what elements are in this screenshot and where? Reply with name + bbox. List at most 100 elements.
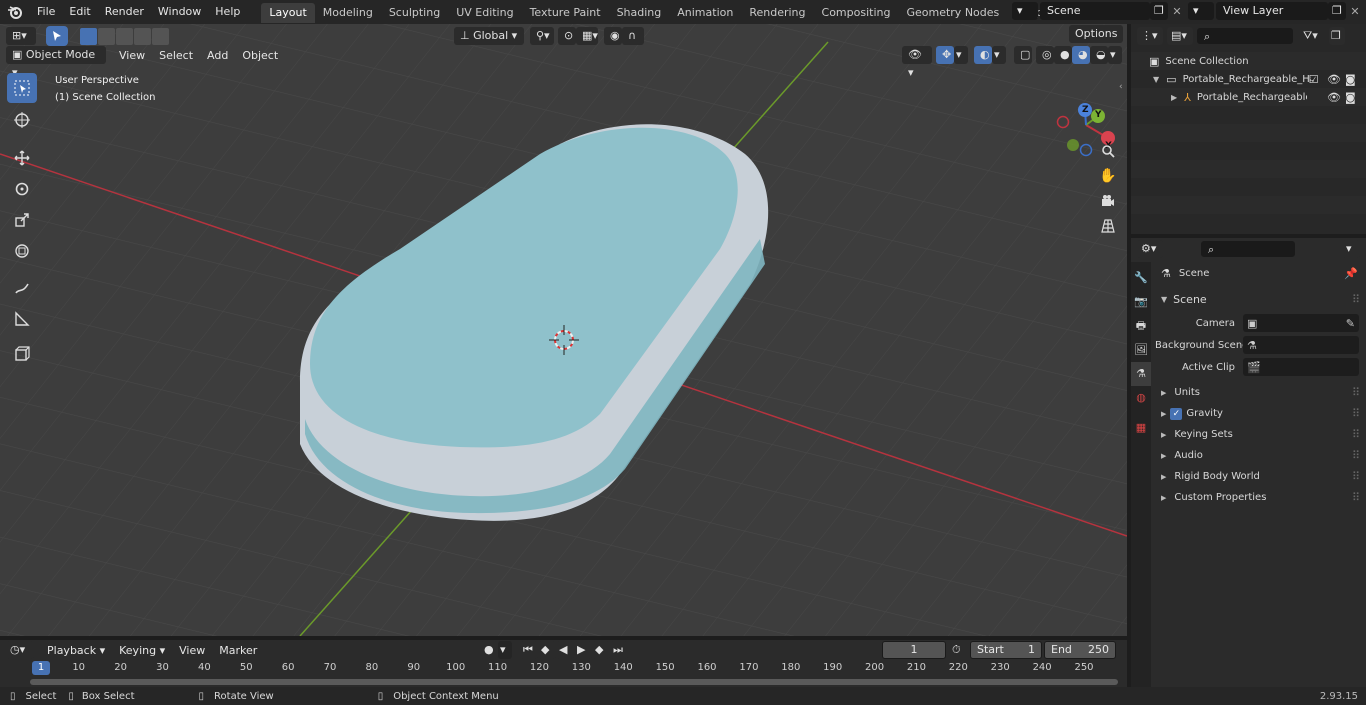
timeline-menu-playback[interactable]: Playback ▾ (40, 644, 112, 657)
auto-keying-dropdown-icon[interactable]: ▾ (498, 641, 512, 659)
jump-end-icon[interactable]: ⏭ (610, 641, 628, 659)
gravity-section[interactable]: ▶ ✓ Gravity ⠿ (1155, 403, 1366, 424)
view-layer-copy-icon[interactable]: ❐ (1328, 2, 1346, 20)
timeline-menu-marker[interactable]: Marker (212, 644, 264, 657)
tool-tab-icon[interactable]: 🔧 (1131, 266, 1151, 290)
active-clip-field[interactable]: 🎬 (1243, 358, 1359, 376)
select-box-tool-icon[interactable] (7, 73, 37, 103)
drag-handle-icon[interactable]: ⠿ (1352, 428, 1360, 441)
drag-handle-icon[interactable]: ⠿ (1352, 386, 1360, 399)
scene-close-icon[interactable]: ✕ (1168, 5, 1186, 18)
annotate-tool-icon[interactable] (7, 273, 37, 303)
transform-orientation-dropdown[interactable]: ⊥ Global ▾ (454, 27, 524, 45)
overlay-toggle-icon[interactable]: ◐ (974, 46, 992, 64)
tab-animation[interactable]: Animation (669, 3, 741, 23)
render-camera-icon[interactable]: ◙ (1345, 73, 1356, 86)
camera-field[interactable]: ▣ ✎ (1243, 314, 1359, 332)
tab-geometry-nodes[interactable]: Geometry Nodes (898, 3, 1007, 23)
timeline-editor-type-icon[interactable]: ◷▾ (6, 641, 34, 659)
options-dropdown[interactable]: Options ▾ (1069, 25, 1123, 58)
drag-handle-icon[interactable]: ⠿ (1352, 491, 1360, 504)
wireframe-shading-icon[interactable]: ◎ (1036, 46, 1054, 64)
xray-toggle-icon[interactable]: ▢ (1014, 46, 1032, 64)
camera-view-icon[interactable] (1097, 190, 1119, 212)
scene-copy-icon[interactable]: ❐ (1150, 2, 1168, 20)
viewport-menu-add[interactable]: Add (200, 49, 235, 62)
drag-handle-icon[interactable]: ⠿ (1352, 449, 1360, 462)
render-tab-icon[interactable]: 📷 (1131, 290, 1151, 314)
outliner-search-input[interactable]: ⌕ (1197, 28, 1293, 44)
view-layer-name-field[interactable]: View Layer (1216, 2, 1328, 20)
menu-help[interactable]: Help (208, 0, 247, 24)
add-cube-tool-icon[interactable] (7, 339, 37, 369)
proportional-falloff-icon[interactable]: ∩ (622, 27, 644, 45)
custom-properties-section[interactable]: ▶ Custom Properties ⠿ (1155, 487, 1366, 508)
drag-handle-icon[interactable]: ⠿ (1352, 470, 1360, 483)
play-icon[interactable]: ▶ (574, 641, 592, 659)
expand-arrow-icon[interactable]: ▶ (1171, 93, 1177, 102)
transform-tool-icon[interactable] (7, 236, 37, 266)
3d-viewport[interactable]: X Y Z ⊞▾ ⊥ Global ▾ ⚲▾ ⊙ ▦▾ ◉ ∩ Options … (0, 24, 1127, 636)
rotate-tool-icon[interactable] (7, 174, 37, 204)
menu-render[interactable]: Render (98, 0, 151, 24)
cursor-tool-icon[interactable] (7, 105, 37, 135)
world-tab-icon[interactable]: ◍ (1131, 386, 1151, 410)
snap-toggle-icon[interactable]: ⊙ (558, 27, 576, 45)
end-frame-field[interactable]: End 250 (1044, 641, 1116, 659)
select-new-icon[interactable] (80, 27, 97, 45)
auto-keying-icon[interactable]: ● (480, 641, 498, 659)
rendered-shading-icon[interactable]: ◒ (1090, 46, 1108, 64)
background-scene-field[interactable]: ⚗ (1243, 336, 1359, 354)
scene-name-field[interactable]: Scene (1040, 2, 1150, 20)
units-section[interactable]: ▶ Units ⠿ (1155, 382, 1366, 403)
outliner-item-object[interactable]: ▶ ⅄ Portable_Rechargeable_I 👁 ◙ (1131, 88, 1366, 106)
solid-shading-icon[interactable]: ● (1054, 46, 1072, 64)
menu-file[interactable]: File (30, 0, 62, 24)
tab-sculpting[interactable]: Sculpting (381, 3, 448, 23)
pin-icon[interactable]: 📌 (1344, 267, 1358, 280)
outliner-item-collection[interactable]: ▼ ▭ Portable_Rechargeable_Hand ☑ 👁 ◙ (1131, 70, 1366, 88)
tab-compositing[interactable]: Compositing (814, 3, 899, 23)
drag-handle-icon[interactable]: ⠿ (1352, 407, 1360, 420)
properties-editor-type-icon[interactable]: ⚙▾ (1137, 240, 1163, 258)
gizmo-dropdown-icon[interactable]: ▾ (954, 46, 968, 64)
outliner-scene-collection[interactable]: ▣ Scene Collection (1131, 52, 1366, 70)
gravity-checkbox[interactable]: ✓ (1170, 407, 1183, 420)
zoom-icon[interactable] (1097, 140, 1119, 162)
start-frame-field[interactable]: Start 1 (970, 641, 1042, 659)
editor-type-icon[interactable]: ⊞▾ (6, 27, 36, 45)
jump-start-icon[interactable]: ⏮ (520, 641, 538, 659)
overlay-dropdown-icon[interactable]: ▾ (992, 46, 1006, 64)
view-layer-type-icon[interactable]: ▾ (1188, 2, 1214, 20)
tab-texture-paint[interactable]: Texture Paint (522, 3, 609, 23)
view-layer-close-icon[interactable]: ✕ (1346, 5, 1364, 18)
current-frame-field[interactable]: 1 (882, 641, 946, 659)
viewport-menu-select[interactable]: Select (152, 49, 200, 62)
tab-uv-editing[interactable]: UV Editing (448, 3, 521, 23)
menu-edit[interactable]: Edit (62, 0, 97, 24)
timeline-scrollbar[interactable] (30, 679, 1118, 685)
tab-modeling[interactable]: Modeling (315, 3, 381, 23)
collection-checkbox-icon[interactable]: ☑ (1309, 73, 1319, 86)
select-invert-icon[interactable] (134, 27, 151, 45)
outliner-filter-icon[interactable]: ⛛▾ (1303, 29, 1329, 43)
sidebar-toggle-icon[interactable]: ‹ (1119, 82, 1123, 92)
viewport-menu-view[interactable]: View (112, 49, 152, 62)
properties-search-input[interactable]: ⌕ (1201, 241, 1295, 257)
pan-hand-icon[interactable]: ✋ (1097, 165, 1119, 187)
visibility-eye-icon[interactable]: 👁 (1327, 73, 1341, 86)
timeline-menu-keying[interactable]: Keying ▾ (112, 644, 172, 657)
next-keyframe-icon[interactable]: ◆ (592, 641, 610, 659)
shading-dropdown-icon[interactable]: ▾ (1108, 46, 1122, 64)
ortho-grid-icon[interactable] (1097, 215, 1119, 237)
outliner-display-mode-icon[interactable]: ▤▾ (1167, 27, 1193, 45)
prev-keyframe-icon[interactable]: ◆ (538, 641, 556, 659)
timeline-menu-view[interactable]: View (172, 644, 212, 657)
viewport-menu-object[interactable]: Object (235, 49, 285, 62)
properties-options-icon[interactable]: ▾ (1342, 240, 1360, 258)
gizmo-toggle-icon[interactable]: ✥ (936, 46, 954, 64)
menu-window[interactable]: Window (151, 0, 208, 24)
texture-tab-icon[interactable]: ▦ (1131, 416, 1151, 440)
scene-tab-icon[interactable]: ⚗ (1131, 362, 1151, 386)
move-tool-icon[interactable] (7, 143, 37, 173)
